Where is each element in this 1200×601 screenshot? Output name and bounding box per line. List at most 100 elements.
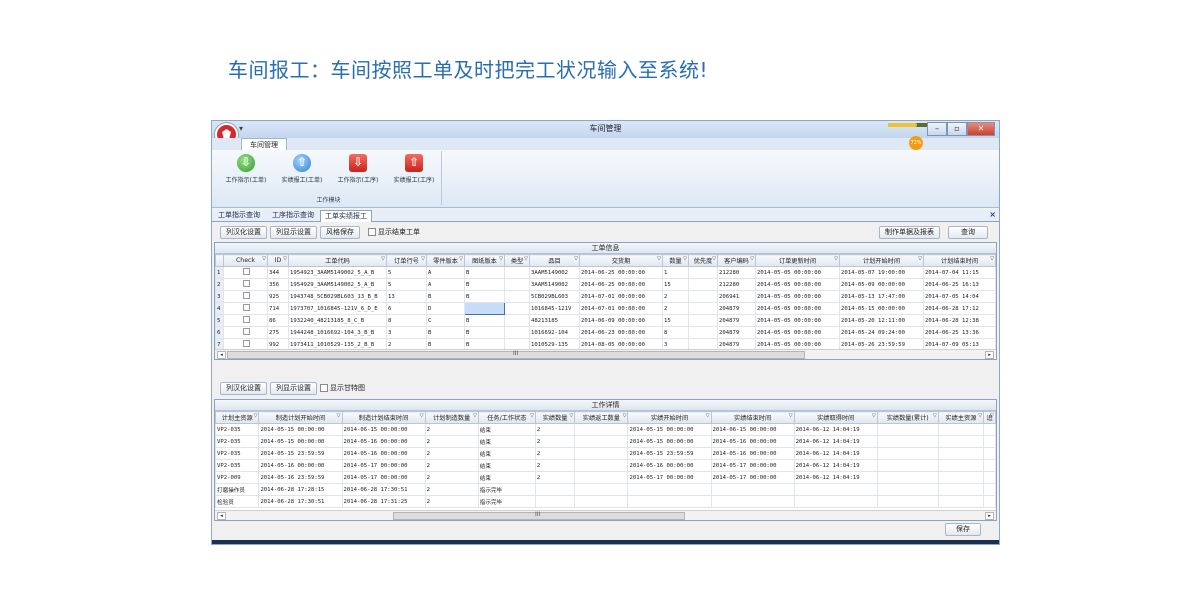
filter-icon[interactable]: ▽ xyxy=(834,256,838,262)
column-header[interactable]: 制造计划结束时间 ▽ xyxy=(341,411,426,424)
column-header[interactable]: 零件版本 ▽ xyxy=(426,254,465,267)
column-header[interactable]: 制造计划开始时间 ▽ xyxy=(258,411,343,424)
column-header[interactable]: 实绩数量(累计) ▽ xyxy=(876,411,939,424)
filter-icon[interactable]: ▽ xyxy=(421,256,425,262)
column-header[interactable]: Check ▽ xyxy=(223,254,268,267)
work-instruction-order-button[interactable]: 工作指示(工单) xyxy=(218,154,274,184)
result-report-order-button[interactable]: 实绩报工(工单) xyxy=(274,154,330,184)
column-header[interactable]: 追 ▽ xyxy=(983,411,996,424)
row-checkbox[interactable] xyxy=(243,316,250,323)
row-checkbox[interactable] xyxy=(243,280,250,287)
column-header[interactable]: 实绩主资源 ▽ xyxy=(937,411,985,424)
filter-icon[interactable]: ▽ xyxy=(381,256,385,262)
column-header[interactable]: 实绩数量 ▽ xyxy=(534,411,576,424)
row-checkbox[interactable] xyxy=(243,292,250,299)
row-checkbox[interactable] xyxy=(243,340,250,347)
row-checkbox[interactable] xyxy=(243,268,250,275)
scroll-left-icon[interactable]: ◂ xyxy=(217,512,226,520)
filter-icon[interactable]: ▽ xyxy=(657,256,661,262)
filter-icon[interactable]: ▽ xyxy=(574,256,578,262)
column-header[interactable]: 交货期 ▽ xyxy=(579,254,663,267)
table-row[interactable]: 3 925 1943748_5CB029BL603_13_B_B 13 B B 5CB029… xyxy=(215,290,996,303)
column-header[interactable]: 类型 ▽ xyxy=(504,254,530,267)
filter-icon[interactable]: ▽ xyxy=(706,413,710,419)
filter-icon[interactable]: ▽ xyxy=(283,256,287,262)
filter-icon[interactable]: ▽ xyxy=(459,256,463,262)
filter-icon[interactable]: ▽ xyxy=(337,413,341,419)
scroll-left-icon[interactable]: ◂ xyxy=(217,351,226,359)
detail-column-display-button[interactable]: 列显示设置 xyxy=(270,382,317,395)
column-header[interactable]: 任务/工作状态 ▽ xyxy=(477,411,536,424)
table-row[interactable]: 5 86 1932240_48213185_8_C_B 8 C B 48213185 2014… xyxy=(215,314,996,327)
column-header[interactable]: 订单行号 ▽ xyxy=(386,254,427,267)
work-instruction-process-button[interactable]: 工作指示(工序) xyxy=(330,154,386,184)
table-row[interactable]: 2 356 1954929_3AAM5149002_5_A_B 5 A B 3AAM5149… xyxy=(215,278,996,291)
filter-icon[interactable]: ▽ xyxy=(683,256,687,262)
scroll-right-icon[interactable]: ▸ xyxy=(985,512,994,520)
result-report-process-button[interactable]: 实绩报工(工序) xyxy=(386,154,442,184)
filter-icon[interactable]: ▽ xyxy=(990,413,994,419)
filter-icon[interactable]: ▽ xyxy=(254,413,258,419)
filter-icon[interactable]: ▽ xyxy=(499,256,503,262)
column-header[interactable]: 计划开始时间 ▽ xyxy=(839,254,924,267)
query-button[interactable]: 查询 xyxy=(948,226,988,239)
minimize-button[interactable]: – xyxy=(927,122,947,136)
table-row[interactable]: VP2-035 2014-05-16 00:00:00 2014-05-17 00:… xyxy=(215,459,996,472)
filter-icon[interactable]: ▽ xyxy=(933,413,937,419)
save-button[interactable]: 保存 xyxy=(945,523,981,536)
filter-icon[interactable]: ▽ xyxy=(978,413,982,419)
close-window-button[interactable]: ✕ xyxy=(967,122,995,136)
column-header[interactable]: 实绩取得时间 ▽ xyxy=(793,411,878,424)
column-header[interactable]: ID ▽ xyxy=(267,254,289,267)
column-header[interactable]: 计划主资源 ▽ xyxy=(215,411,260,424)
column-header[interactable]: 实绩返工数量 ▽ xyxy=(574,411,629,424)
filter-icon[interactable]: ▽ xyxy=(473,413,477,419)
column-header[interactable]: 图纸版本 ▽ xyxy=(464,254,505,267)
filter-icon[interactable]: ▽ xyxy=(872,413,876,419)
filter-icon[interactable]: ▽ xyxy=(524,256,528,262)
table-row[interactable]: VP2-035 2014-05-15 00:00:00 2014-05-16 00:… xyxy=(215,435,996,448)
save-style-button[interactable]: 风格保存 xyxy=(320,226,360,239)
filter-icon[interactable]: ▽ xyxy=(569,413,573,419)
table-row[interactable]: 4 714 1973707_1016845-121V_6_D_E 6 D 1016845-… xyxy=(215,302,996,315)
tab-process-instruction-query[interactable]: 工序指示查询 xyxy=(268,210,318,221)
column-header[interactable]: 品目 ▽ xyxy=(529,254,580,267)
filter-icon[interactable]: ▽ xyxy=(750,256,754,262)
column-header[interactable]: 优先度 ▽ xyxy=(688,254,718,267)
column-header[interactable]: 实绩结束时间 ▽ xyxy=(710,411,795,424)
table-row[interactable]: 1 344 1954923_3AAM5149002_5_A_B 5 A B 3AAM5149… xyxy=(215,266,996,279)
table-row[interactable]: VP2-035 2014-05-15 00:00:00 2014-06-15 00:… xyxy=(215,423,996,436)
table-row[interactable]: VP2-035 2014-05-15 23:59:59 2014-05-16 00:… xyxy=(215,447,996,460)
show-finished-checkbox[interactable] xyxy=(368,228,376,236)
filter-icon[interactable]: ▽ xyxy=(530,413,534,419)
maximize-button[interactable]: ▫ xyxy=(947,122,967,136)
table-row[interactable]: VP2-009 2014-05-16 23:59:59 2014-05-17 00:… xyxy=(215,471,996,484)
column-header[interactable]: 数量 ▽ xyxy=(662,254,689,267)
column-header[interactable]: 客户编码 ▽ xyxy=(717,254,756,267)
tab-order-instruction-query[interactable]: 工单指示查询 xyxy=(214,210,264,221)
column-header[interactable]: 实绩开始时间 ▽ xyxy=(627,411,712,424)
filter-icon[interactable]: ▽ xyxy=(990,256,994,262)
work-detail-hscroll[interactable]: ◂ III ▸ xyxy=(215,510,996,520)
column-display-button[interactable]: 列显示设置 xyxy=(270,226,317,239)
table-row[interactable]: 6 275 1944248_1016692-104_3_B_B 3 B B 1016692-… xyxy=(215,326,996,339)
show-gantt-checkbox[interactable] xyxy=(320,384,328,392)
table-row[interactable]: 检验员 2014-06-28 17:30:51 2014-06-28 17:31:2… xyxy=(215,495,996,508)
column-header[interactable]: 订单更新时间 ▽ xyxy=(755,254,840,267)
filter-icon[interactable]: ▽ xyxy=(712,256,716,262)
filter-icon[interactable]: ▽ xyxy=(420,413,424,419)
row-checkbox[interactable] xyxy=(243,328,250,335)
tab-order-result-report[interactable]: 工单实绩报工 xyxy=(320,210,372,222)
column-localize-button[interactable]: 列汉化设置 xyxy=(220,226,267,239)
column-header[interactable]: 工单代码 ▽ xyxy=(288,254,387,267)
make-report-button[interactable]: 制作单据及报表 xyxy=(879,226,940,239)
filter-icon[interactable]: ▽ xyxy=(262,256,266,262)
column-header[interactable] xyxy=(215,254,224,267)
close-tab-icon[interactable]: × xyxy=(989,210,996,219)
filter-icon[interactable]: ▽ xyxy=(623,413,627,419)
detail-column-localize-button[interactable]: 列汉化设置 xyxy=(220,382,267,395)
scroll-right-icon[interactable]: ▸ xyxy=(985,351,994,359)
row-checkbox[interactable] xyxy=(243,304,250,311)
column-header[interactable]: 计划结束时间 ▽ xyxy=(923,254,996,267)
table-row[interactable]: 打磨操作员 2014-06-28 17:28:15 2014-06-28 17:30… xyxy=(215,483,996,496)
